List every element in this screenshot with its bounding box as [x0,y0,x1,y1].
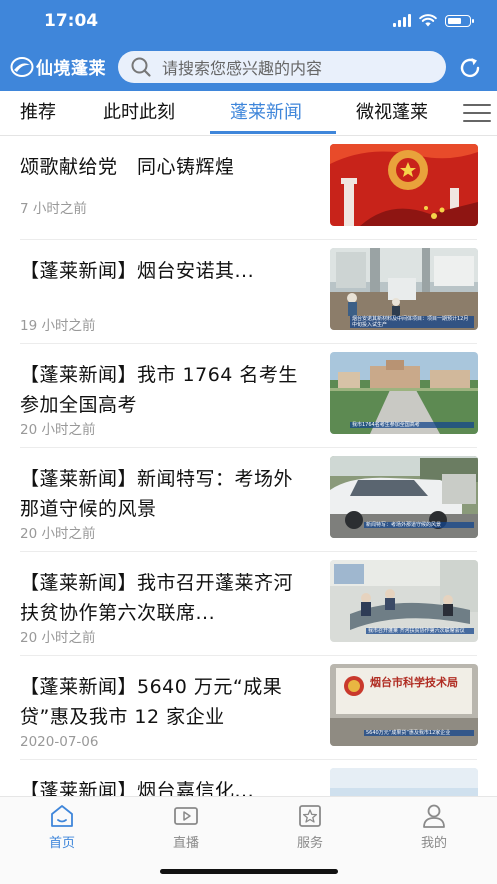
tab-micro-video[interactable]: 微视蓬莱 [356,91,428,135]
news-thumbnail: 我市1764名考生参加全国高考 [330,352,478,434]
news-title: 颂歌献给党 同心铸辉煌 [20,156,235,178]
nav-home[interactable]: 首页 [32,802,92,851]
news-thumbnail: 我市召开蓬莱 齐河扶贫协作第六次联席会议 [330,560,478,642]
news-time: 20 小时之前 [20,526,96,542]
status-bar: 17:04 [0,0,497,44]
tab-this-moment[interactable]: 此时此刻 [103,91,175,135]
news-thumbnail-caption: 5640万元“成果贷”惠及我市12家企业 [364,730,474,736]
news-time: 7 小时之前 [20,201,87,217]
news-title: 【蓬莱新闻】我市 1764 名考生参加全国高考 [20,364,298,416]
news-item[interactable]: 【蓬莱新闻】烟台嘉信化... [0,760,497,796]
news-list: 颂歌献给党 同心铸辉煌 7 小时之前 【蓬莱新闻】烟台安诺其... 19 小时之… [0,136,497,796]
news-time: 20 小时之前 [20,630,96,646]
tab-recommend[interactable]: 推荐 [20,91,56,135]
news-title: 【蓬莱新闻】新闻特写：考场外那道守候的风景 [20,468,294,520]
news-thumbnail [330,768,478,796]
news-title: 【蓬莱新闻】烟台嘉信化... [20,780,255,796]
service-star-icon [299,805,321,827]
news-title: 【蓬莱新闻】我市召开蓬莱齐河扶贫协作第六次联席... [20,572,294,624]
search-bar[interactable]: 请搜索您感兴趣的内容 [118,51,446,83]
news-thumbnail [330,144,478,226]
profile-icon [423,804,445,828]
nav-label: 我的 [420,836,447,851]
news-item[interactable]: 【蓬莱新闻】我市 1764 名考生参加全国高考 20 小时之前 我市1764名考… [0,344,497,448]
nav-label: 服务 [296,836,323,851]
nav-service[interactable]: 服务 [280,802,340,851]
search-placeholder: 请搜索您感兴趣的内容 [162,59,323,78]
app-name: 仙境蓬莱 [36,59,106,79]
news-item[interactable]: 颂歌献给党 同心铸辉煌 7 小时之前 [0,136,497,240]
active-tab-underline [210,131,336,134]
status-icons [393,14,474,27]
news-thumbnail-caption: 新闻特写：考场外那道守候的风景 [364,522,474,528]
news-time: 19 小时之前 [20,318,96,334]
news-title: 【蓬莱新闻】烟台安诺其... [20,260,255,282]
news-thumbnail: 新闻特写：考场外那道守候的风景 [330,456,478,538]
wifi-icon [419,14,437,27]
news-thumbnail-caption: 我市1764名考生参加全国高考 [350,422,474,428]
news-title: 【蓬莱新闻】5640 万元“成果贷”惠及我市 12 家企业 [20,676,283,728]
news-item[interactable]: 【蓬莱新闻】5640 万元“成果贷”惠及我市 12 家企业 2020-07-06… [0,656,497,760]
status-time: 17:04 [44,11,99,31]
news-time: 2020-07-06 [20,734,99,750]
search-icon [131,57,151,77]
news-thumbnail-sign: 烟台市科学技术局 [370,676,458,689]
news-thumbnail: 烟台安诺其新材料及中间体项目：项目一期预计12月中旬投入试生产 [330,248,478,330]
news-item[interactable]: 【蓬莱新闻】新闻特写：考场外那道守候的风景 20 小时之前 新闻特写：考场外那道… [0,448,497,552]
category-tabs: 推荐 此时此刻 蓬莱新闻 微视蓬莱 [0,91,497,136]
news-thumbnail-caption: 我市召开蓬莱 齐河扶贫协作第六次联席会议 [366,628,474,634]
news-time: 20 小时之前 [20,422,96,438]
cellular-signal-icon [393,14,411,27]
logo-emblem-icon [10,56,34,77]
nav-live[interactable]: 直播 [156,802,216,851]
app-logo: 仙境蓬莱 [10,54,106,79]
news-item[interactable]: 【蓬莱新闻】烟台安诺其... 19 小时之前 烟台安诺其新材料及中间体项目：项目… [0,240,497,344]
nav-profile[interactable]: 我的 [404,802,464,851]
tab-penglai-news[interactable]: 蓬莱新闻 [230,91,302,135]
news-thumbnail-caption: 烟台安诺其新材料及中间体项目：项目一期预计12月中旬投入试生产 [350,316,474,328]
nav-label: 直播 [172,836,199,851]
live-video-icon [174,807,198,825]
channel-menu-icon[interactable] [463,104,491,122]
home-indicator [160,869,338,874]
news-thumbnail: 烟台市科学技术局 5640万元“成果贷”惠及我市12家企业 [330,664,478,746]
home-icon [51,805,73,827]
nav-label: 首页 [48,836,75,851]
battery-icon [445,14,474,27]
news-item[interactable]: 【蓬莱新闻】我市召开蓬莱齐河扶贫协作第六次联席... 20 小时之前 我市召开蓬… [0,552,497,656]
refresh-icon[interactable] [456,54,484,82]
